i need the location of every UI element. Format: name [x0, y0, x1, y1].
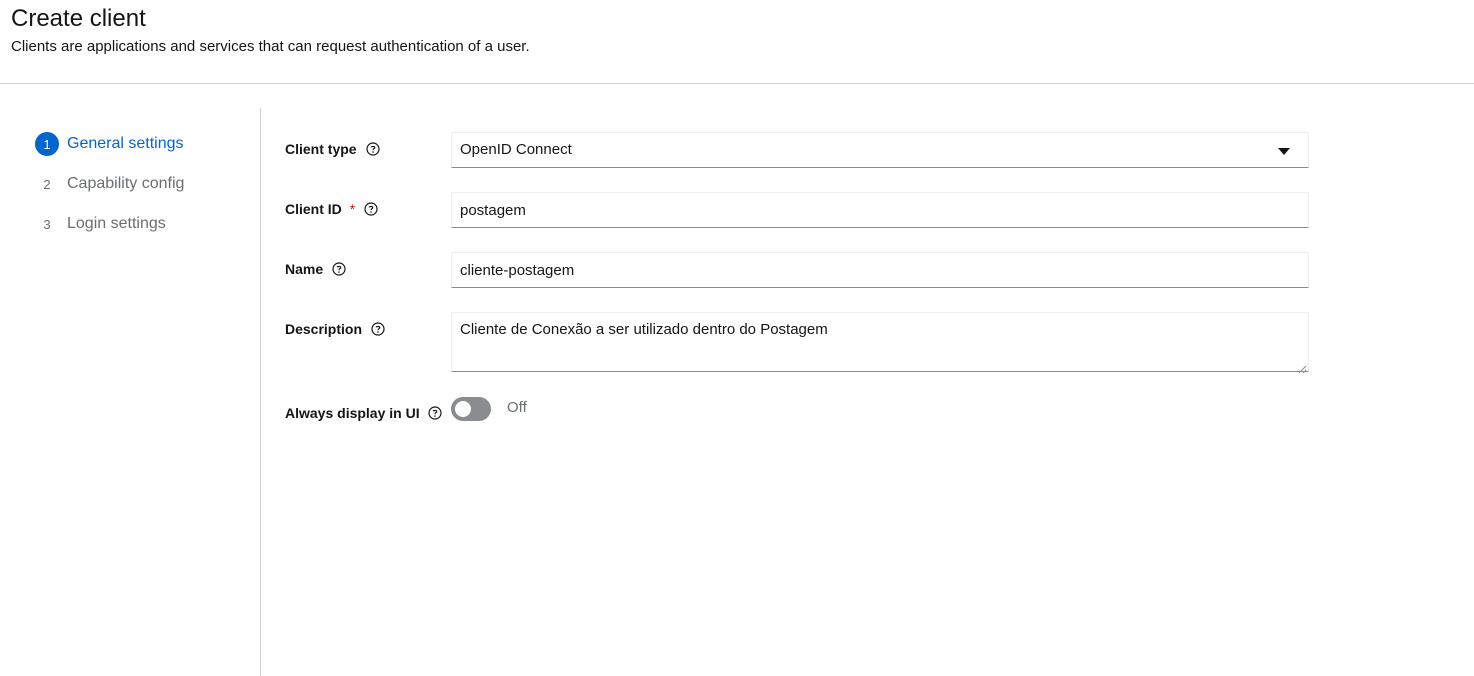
- page-title: Create client: [11, 5, 146, 32]
- client-id-label: Client ID: [285, 201, 342, 217]
- help-icon[interactable]: [428, 406, 442, 420]
- name-label-group: Name: [285, 261, 346, 277]
- help-icon[interactable]: [364, 202, 378, 216]
- page-subtitle: Clients are applications and services th…: [11, 38, 530, 55]
- client-type-label: Client type: [285, 141, 357, 157]
- resize-grip-icon[interactable]: [1298, 361, 1307, 374]
- client-type-label-group: Client type: [285, 141, 380, 157]
- step-label: Login settings: [67, 215, 166, 232]
- help-icon[interactable]: [365, 142, 380, 156]
- description-textarea[interactable]: Cliente de Conexão a ser utilizado dentr…: [451, 312, 1309, 374]
- client-type-selected-value: OpenID Connect: [460, 141, 572, 158]
- client-id-label-group: Client ID *: [285, 201, 378, 217]
- toggle-knob: [455, 401, 471, 417]
- toggle-state-label: Off: [507, 399, 527, 416]
- required-indicator: *: [349, 201, 356, 217]
- always-display-toggle[interactable]: [451, 397, 491, 421]
- caret-down-icon: [1278, 148, 1290, 155]
- name-value: cliente-postagem: [460, 262, 575, 279]
- step-number-badge: 1: [35, 132, 59, 156]
- client-id-value: postagem: [460, 202, 526, 219]
- step-label: General settings: [67, 135, 184, 152]
- name-label: Name: [285, 261, 324, 277]
- description-value: Cliente de Conexão a ser utilizado dentr…: [460, 321, 828, 338]
- client-id-input[interactable]: postagem: [451, 192, 1309, 228]
- help-icon[interactable]: [371, 322, 385, 336]
- step-number: 3: [43, 216, 51, 232]
- wizard-step-capability-config[interactable]: 2 Capability config: [35, 172, 184, 196]
- description-label: Description: [285, 321, 363, 337]
- help-icon[interactable]: [332, 262, 346, 276]
- name-input[interactable]: cliente-postagem: [451, 252, 1309, 288]
- page-header: Create client Clients are applications a…: [0, 0, 1474, 84]
- step-number: 2: [43, 176, 51, 192]
- step-label: Capability config: [67, 175, 185, 192]
- client-type-select[interactable]: OpenID Connect: [451, 132, 1309, 168]
- always-display-label-group: Always display in UI: [285, 405, 442, 421]
- wizard-step-login-settings[interactable]: 3 Login settings: [35, 212, 166, 236]
- description-label-group: Description: [285, 321, 385, 337]
- wizard-step-general-settings[interactable]: 1 General settings: [35, 132, 184, 156]
- always-display-label: Always display in UI: [285, 405, 420, 421]
- wizard-nav: 1 General settings 2 Capability config 3…: [0, 108, 261, 676]
